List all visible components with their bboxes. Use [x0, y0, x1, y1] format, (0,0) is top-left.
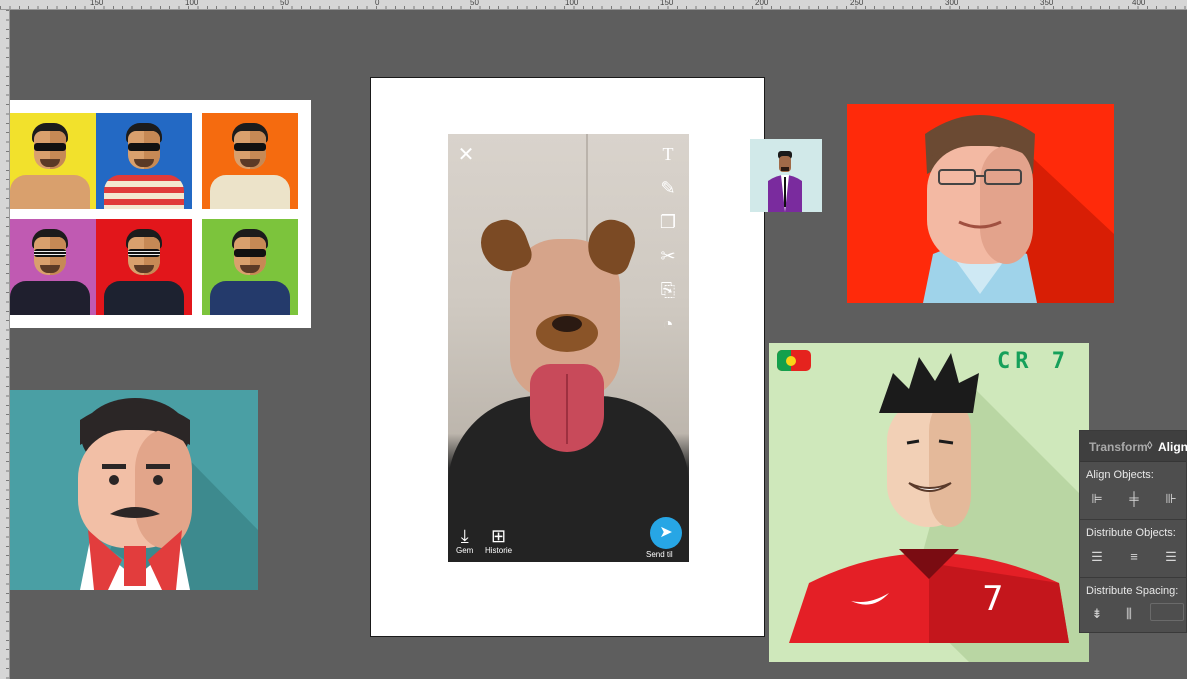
- avatar-tile: [202, 113, 298, 209]
- cr7-title: CR 7: [997, 349, 1070, 374]
- ruler-label: 50: [280, 0, 289, 7]
- add-story-icon: ⊞: [491, 526, 507, 546]
- add-story-button[interactable]: ⊞ Historie: [485, 526, 512, 555]
- align-left-icon[interactable]: ⊫: [1088, 490, 1106, 508]
- send-label: Send til: [646, 550, 673, 559]
- text-icon[interactable]: T: [656, 144, 680, 165]
- timer-icon[interactable]: ◔: [656, 314, 680, 335]
- cr7-illustration: [789, 353, 1089, 662]
- scissors-icon[interactable]: ✂: [656, 246, 680, 267]
- shirt-number: 7: [982, 579, 1004, 619]
- align-horizontal-center-icon[interactable]: ╪: [1125, 490, 1143, 508]
- send-arrow-icon: ➤: [659, 524, 673, 541]
- ruler-label: 0: [375, 0, 380, 7]
- distribute-vertical-center-icon[interactable]: ≡: [1125, 548, 1143, 566]
- panel-tabs: Transform ◊ Align: [1080, 431, 1187, 462]
- ruler-label: 150: [660, 0, 674, 7]
- ruler-label: 400: [1132, 0, 1146, 7]
- snapchat-screenshot[interactable]: ✕ T ✎ ❐ ✂ ⎘ ◔ ⤓ Gem ⊞ Historie ➤ Send ti…: [448, 134, 689, 562]
- gates-illustration: [923, 115, 1114, 303]
- close-icon[interactable]: ✕: [454, 142, 478, 167]
- tongue-line: [566, 374, 568, 444]
- person-illustration: [768, 151, 802, 212]
- align-panel[interactable]: Transform ◊ Align Align Objects: ⊫ ╪ ⊪ D…: [1079, 430, 1187, 633]
- ruler-label: 200: [755, 0, 769, 7]
- save-label: Gem: [456, 546, 474, 555]
- distribute-top-icon[interactable]: ☰: [1088, 548, 1106, 566]
- ruler-label: 350: [1040, 0, 1054, 7]
- distribute-bottom-icon[interactable]: ☰: [1162, 548, 1180, 566]
- pencil-icon[interactable]: ✎: [656, 178, 680, 199]
- ruler-label: 300: [945, 0, 959, 7]
- tesla-portrait-artwork[interactable]: [10, 390, 258, 590]
- ruler-label: 250: [850, 0, 864, 7]
- avatar-tile: [10, 219, 98, 315]
- horizontal-distribute-space-icon[interactable]: ⫼: [1120, 605, 1138, 623]
- ruler-label: 100: [565, 0, 579, 7]
- align-right-icon[interactable]: ⊪: [1162, 490, 1180, 508]
- cr7-portrait-artwork[interactable]: CR 7 7: [769, 343, 1089, 662]
- avatar-tile: [96, 113, 192, 209]
- avatar-tile: [202, 219, 298, 315]
- distribute-objects-label: Distribute Objects:: [1086, 527, 1176, 539]
- story-label: Historie: [485, 546, 513, 555]
- ruler-label: 100: [185, 0, 199, 7]
- document-page-artboard[interactable]: ✕ T ✎ ❐ ✂ ⎘ ◔ ⤓ Gem ⊞ Historie ➤ Send ti…: [370, 77, 765, 637]
- align-objects-label: Align Objects:: [1086, 469, 1154, 481]
- tesla-illustration: [78, 398, 258, 590]
- portugal-flag-icon: [777, 350, 811, 371]
- paperclip-icon[interactable]: ⎘: [656, 280, 680, 301]
- panel-menu-icon[interactable]: ◊: [1147, 440, 1152, 452]
- dog-nose: [552, 316, 582, 332]
- gates-portrait-artwork[interactable]: [847, 104, 1114, 303]
- avatar-tile: [96, 219, 192, 315]
- vertical-distribute-space-icon[interactable]: ⇟: [1088, 605, 1106, 623]
- pixel-avatar-grid-artwork[interactable]: [10, 100, 311, 328]
- distribute-spacing-label: Distribute Spacing:: [1086, 585, 1179, 597]
- ruler-label: 50: [470, 0, 479, 7]
- tab-align[interactable]: Align: [1158, 440, 1187, 454]
- download-icon: ⤓: [460, 526, 469, 546]
- left-ruler[interactable]: [0, 10, 10, 679]
- save-button[interactable]: ⤓ Gem: [456, 526, 473, 555]
- avatar-tile: [10, 113, 98, 209]
- ruler-label: 150: [90, 0, 104, 7]
- tab-transform[interactable]: Transform: [1089, 440, 1148, 454]
- spacing-input[interactable]: [1150, 603, 1184, 621]
- sticker-icon[interactable]: ❐: [656, 212, 680, 233]
- send-button[interactable]: ➤: [650, 517, 682, 549]
- purple-suit-thumbnail-artwork[interactable]: [750, 139, 822, 212]
- top-ruler[interactable]: 150 100 50 0 50 100 150 200 250 300 350 …: [0, 0, 1187, 10]
